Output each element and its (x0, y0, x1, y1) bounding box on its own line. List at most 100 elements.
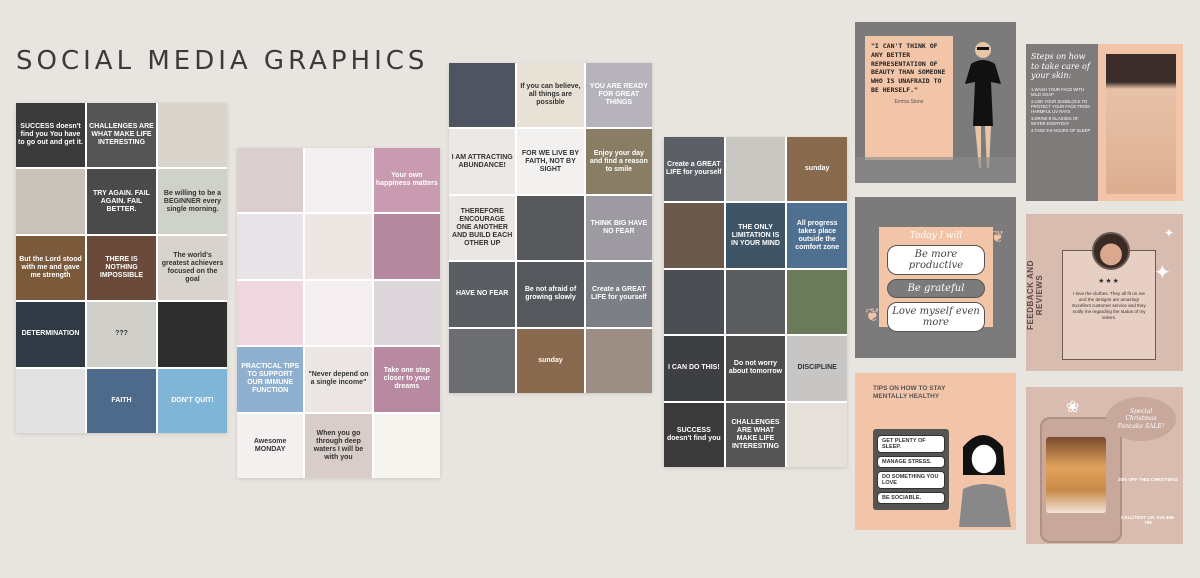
graphic-tile (517, 195, 584, 261)
leaf-icon: ❦ (991, 229, 1005, 246)
tile-text: I CAN DO THIS! (667, 364, 720, 372)
graphic-tile: PRACTICAL TIPS TO SUPPORT OUR IMMUNE FUN… (237, 347, 304, 412)
tile-text: Be not afraid of growing slowly (524, 286, 577, 302)
tile-text: THINK BIG HAVE NO FEAR (590, 219, 648, 235)
graphics-grid-3: If you can believe, all things are possi… (449, 63, 652, 393)
graphic-tile (237, 214, 304, 279)
tile-text: SUCCESS doesn't find you You have to go … (18, 123, 83, 147)
graphic-tile (16, 169, 85, 234)
tile-text: If you can believe, all things are possi… (520, 83, 581, 107)
sparkle-icon: ✦ (1164, 226, 1175, 240)
graphic-tile: Be not afraid of growing slowly (517, 262, 584, 327)
promo-contact: CALL/TEXT US: 023-456-789 (1120, 515, 1176, 525)
graphic-tile: Your own happiness matters (373, 148, 440, 213)
graphic-tile (16, 368, 85, 433)
graphic-tile: Create a GREAT LIFE for yourself (585, 262, 652, 327)
tile-text: Be willing to be a BEGINNER every single… (163, 189, 222, 213)
graphic-tile (305, 214, 372, 279)
skincare-step: 2.USE YOUR SUNBLOCK TO PROTECT YOUR FACE… (1031, 98, 1090, 114)
graphic-tile: SUCCESS doesn't find you (664, 402, 724, 467)
tile-text: SUCCESS doesn't find you (666, 426, 721, 442)
graphic-tile: Do not worry about tomorrow (725, 336, 786, 401)
graphic-tile: FAITH (87, 368, 156, 433)
graphics-grid-4: Create a GREAT LIFE for yourself sunday TH… (664, 137, 847, 467)
graphic-tile (237, 280, 304, 346)
tile-text: DON'T QUIT! (171, 396, 214, 404)
page-title: SOCIAL MEDIA GRAPHICS (16, 46, 429, 76)
promo-offer: 20% OFF THIS CHRISTMAS (1118, 477, 1178, 482)
graphic-tile: When you go through deep waters I will b… (305, 413, 372, 478)
graphic-tile: All progress takes place outside the com… (787, 203, 847, 268)
tile-text: FOR WE LIVE BY FAITH, NOT BY SIGHT (521, 149, 580, 173)
today-heading: Today I will (909, 231, 963, 241)
graphic-tile: SUCCESS doesn't find you You have to go … (16, 103, 85, 168)
rating-stars: ★★★ (1098, 278, 1120, 285)
graphic-tile: DETERMINATION (16, 302, 85, 367)
tile-text: "Never depend on a single income" (308, 371, 369, 387)
graphic-tile (158, 103, 227, 168)
tile-text: YOU ARE READY FOR GREAT THINGS (589, 83, 648, 107)
tile-text: THEREFORE ENCOURAGE ONE ANOTHER AND BUIL… (452, 207, 513, 248)
face-photo (1106, 54, 1176, 194)
graphic-tile: THEREFORE ENCOURAGE ONE ANOTHER AND BUIL… (449, 195, 516, 261)
quote-author: Emma Stone (894, 98, 924, 105)
graphic-tile: The world's greatest achievers focused o… (158, 235, 227, 301)
tile-text: Awesome MONDAY (253, 437, 287, 453)
today-item: Be grateful (887, 279, 985, 298)
graphic-tile (449, 63, 516, 128)
tip-item: BE SOCIABLE. (877, 492, 945, 504)
tile-text: TRY AGAIN. FAIL AGAIN. FAIL BETTER. (93, 189, 150, 213)
graphic-tile (787, 402, 847, 467)
tile-text: Your own happiness matters (375, 172, 438, 188)
tile-text: CHALLENGES ARE WHAT MAKE LIFE INTERESTIN… (89, 123, 154, 147)
promo-card: Special Christmas Pancake SALE! 20% OFF … (1026, 387, 1183, 544)
tile-text: THERE IS NOTHING IMPOSSIBLE (99, 255, 144, 280)
graphic-tile: TRY AGAIN. FAIL AGAIN. FAIL BETTER. (87, 169, 156, 234)
tile-text: Do not worry about tomorrow (728, 360, 783, 376)
graphic-tile: THINK BIG HAVE NO FEAR (585, 195, 652, 261)
graphic-tile (664, 269, 724, 335)
graphic-tile: YOU ARE READY FOR GREAT THINGS (585, 63, 652, 128)
graphic-tile (585, 328, 652, 393)
today-card: Today I will Be more productive Be grate… (855, 197, 1016, 358)
promo-bubble-text: Special Christmas Pancake SALE! (1117, 408, 1165, 430)
leaf-icon: ❦ (865, 305, 881, 325)
mental-title: TIPS ON HOW TO STAY MENTALLY HEALTHY (873, 385, 946, 401)
graphic-tile: FOR WE LIVE BY FAITH, NOT BY SIGHT (517, 129, 584, 194)
quote-card: "I CAN'T THINK OF ANY BETTER REPRESENTAT… (855, 22, 1016, 183)
graphic-tile (373, 214, 440, 279)
feedback-card: FEEDBACK AND REVIEWS ★★★ I love the clot… (1026, 214, 1183, 371)
tile-text: When you go through deep waters I will b… (313, 429, 364, 461)
tile-text: DETERMINATION (21, 330, 80, 338)
graphic-tile: Awesome MONDAY (237, 413, 304, 478)
thinking-woman-icon (959, 435, 1011, 527)
graphic-tile (725, 269, 786, 335)
tile-text: THE ONLY LIMITATION IS IN YOUR MIND (731, 223, 780, 247)
graphic-tile (237, 148, 304, 213)
tile-text: sunday (538, 356, 563, 364)
tip-item: MANAGE STRESS. (877, 456, 945, 468)
decoration-icon: ❀ (1066, 399, 1080, 416)
graphic-tile (373, 413, 440, 478)
graphic-tile: Take one step closer to your dreams (373, 347, 440, 412)
review-text: I love the clothes. They all fit on me a… (1072, 291, 1146, 320)
tip-item: GET PLENTY OF SLEEP. (877, 435, 945, 453)
tile-text: DISCIPLINE (797, 364, 837, 372)
graphic-tile: ??? (87, 302, 156, 367)
tile-text: Enjoy your day and find a reason to smil… (589, 149, 648, 173)
skincare-title: Steps on how to take care of your skin: (1031, 52, 1090, 81)
feedback-label: FEEDBACK AND REVIEWS (1026, 260, 1044, 330)
graphic-tile (373, 280, 440, 346)
quote-text: "I CAN'T THINK OF ANY BETTER REPRESENTAT… (871, 42, 946, 94)
sparkle-icon: ✦ (1154, 262, 1171, 284)
tile-text: Take one step closer to your dreams (383, 367, 430, 391)
graphics-grid-1: SUCCESS doesn't find you You have to go … (16, 103, 227, 433)
graphic-tile: DISCIPLINE (787, 336, 847, 401)
tile-text: PRACTICAL TIPS TO SUPPORT OUR IMMUNE FUN… (241, 363, 300, 395)
today-item: Love myself even more (887, 302, 985, 332)
mental-health-card: TIPS ON HOW TO STAY MENTALLY HEALTHY GET… (855, 373, 1016, 530)
skincare-card: Steps on how to take care of your skin: … (1026, 44, 1183, 201)
skincare-step: 1.WASH YOUR FACE WITH MILD SOAP (1031, 86, 1085, 97)
graphic-tile: Enjoy your day and find a reason to smil… (585, 129, 652, 194)
speech-bubble: Special Christmas Pancake SALE! (1106, 397, 1176, 441)
